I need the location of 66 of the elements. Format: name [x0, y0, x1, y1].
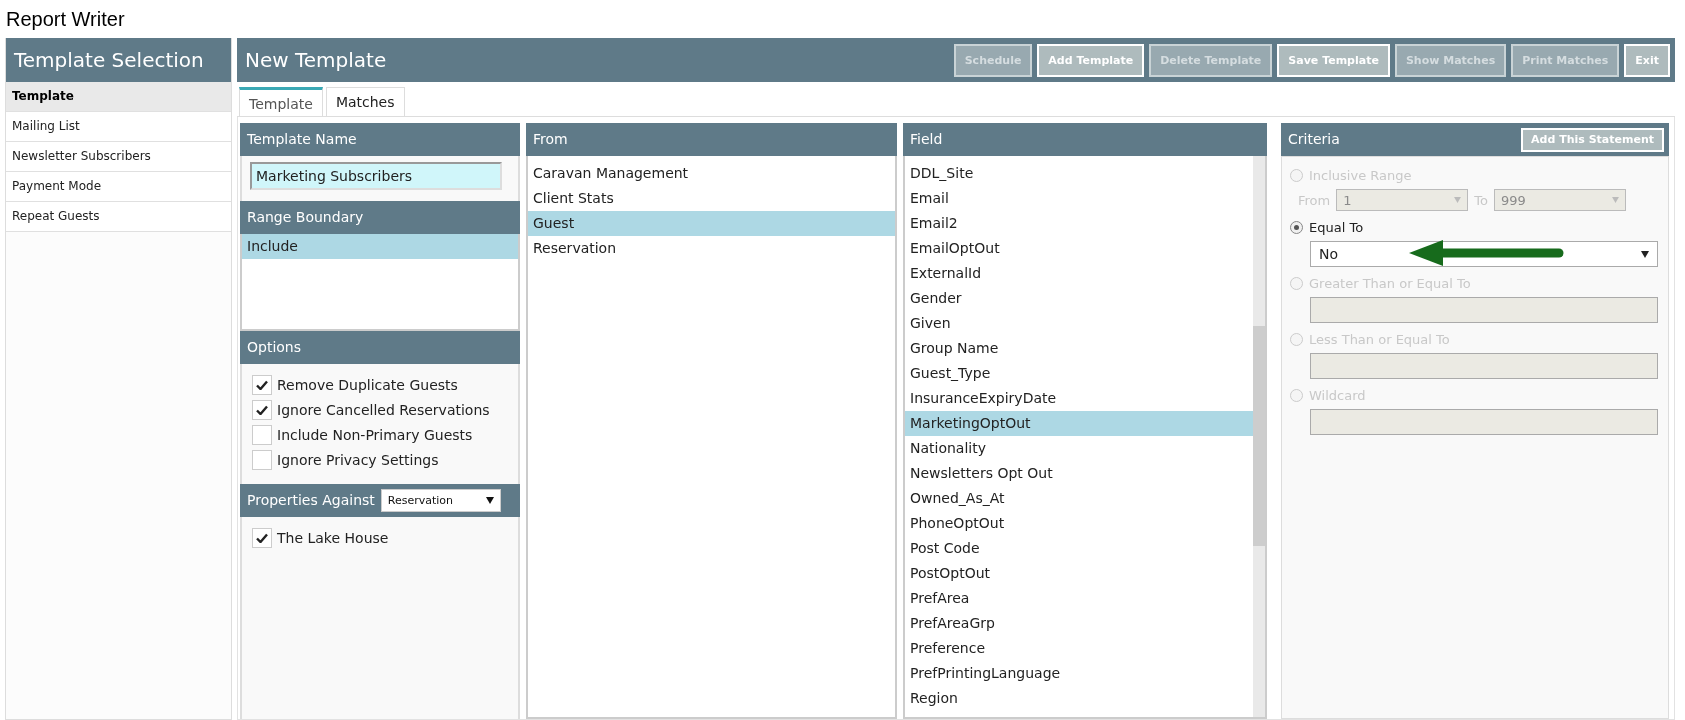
check-icon: [256, 532, 268, 543]
list-item[interactable]: PrefAreaGrp: [905, 611, 1253, 636]
list-item[interactable]: Caravan Management: [528, 161, 895, 186]
panel-header: Options: [240, 331, 520, 364]
panel-title: Properties Against: [247, 491, 375, 510]
checkbox[interactable]: [252, 527, 272, 548]
list-item[interactable]: PrefArea: [905, 586, 1253, 611]
caret-icon: [1641, 250, 1649, 258]
sidebar-title: Template Selection: [6, 38, 231, 82]
list-item[interactable]: Newsletters Opt Out: [905, 461, 1253, 486]
list-item[interactable]: Region: [905, 686, 1253, 711]
checkbox[interactable]: [252, 424, 272, 445]
page-title: New Template: [245, 48, 387, 72]
caret-icon: [1454, 197, 1462, 203]
checkbox[interactable]: [252, 449, 272, 470]
panel-header: From: [526, 123, 897, 156]
list-item[interactable]: Group Name: [905, 336, 1253, 361]
radio-label: Equal To: [1309, 219, 1364, 235]
criteria-input-field[interactable]: [1310, 409, 1658, 435]
list-item[interactable]: Preference: [905, 636, 1253, 661]
checkbox[interactable]: [252, 399, 272, 420]
panel-header: Range Boundary: [240, 201, 520, 234]
panel-header: Field: [903, 123, 1267, 156]
list-item[interactable]: Email2: [905, 211, 1253, 236]
list-item[interactable]: PostOptOut: [905, 561, 1253, 586]
list-item[interactable]: Include: [242, 234, 518, 259]
checkbox-label: Remove Duplicate Guests: [277, 376, 458, 393]
list-item[interactable]: Given: [905, 311, 1253, 336]
checkbox[interactable]: [252, 374, 272, 395]
check-icon: [256, 404, 268, 415]
list-item[interactable]: PrefPrintingLanguage: [905, 661, 1253, 686]
template-name-field[interactable]: Marketing Subscribers: [250, 162, 502, 190]
criteria-input-field[interactable]: [1310, 297, 1658, 323]
caret-icon: [1611, 197, 1619, 203]
checkbox-label: Ignore Privacy Settings: [277, 451, 439, 468]
list-item[interactable]: Gender: [905, 286, 1253, 311]
criteria-input-field[interactable]: [1310, 353, 1658, 379]
panel-title: Criteria: [1288, 130, 1340, 149]
radio-button[interactable]: [1290, 220, 1303, 234]
list-item[interactable]: Nationality: [905, 436, 1253, 461]
list-item[interactable]: EmailOptOut: [905, 236, 1253, 261]
checkbox-label: Include Non-Primary Guests: [277, 426, 473, 443]
sidebar-item[interactable]: Template: [6, 82, 231, 112]
tab[interactable]: Matches: [325, 87, 405, 116]
list-item[interactable]: PhoneOptOut: [905, 511, 1253, 536]
tab[interactable]: Template: [239, 87, 323, 116]
list-item[interactable]: Email: [905, 186, 1253, 211]
checkbox-label: Ignore Cancelled Reservations: [277, 401, 490, 418]
scrollbar[interactable]: [1253, 156, 1265, 717]
list-item[interactable]: Reservation: [528, 236, 895, 261]
check-icon: [256, 379, 268, 390]
list-item[interactable]: DDL_Site: [905, 161, 1253, 186]
list-item[interactable]: Guest: [528, 211, 895, 236]
equal-to-select[interactable]: No: [1310, 241, 1658, 267]
list-item[interactable]: Guest_Type: [905, 361, 1253, 386]
list-item[interactable]: Client Stats: [528, 186, 895, 211]
app-title: Report Writer: [5, 7, 126, 32]
list-item[interactable]: Post Code: [905, 536, 1253, 561]
list-item[interactable]: MarketingOptOut: [905, 411, 1253, 436]
panel-header: Template Name: [240, 123, 520, 156]
list-item[interactable]: InsuranceExpiryDate: [905, 386, 1253, 411]
checkbox-label: The Lake House: [277, 529, 389, 546]
list-item[interactable]: ExternalId: [905, 261, 1253, 286]
list-item[interactable]: Owned_As_At: [905, 486, 1253, 511]
caret-icon: [485, 497, 494, 504]
properties-select[interactable]: Reservation: [380, 489, 501, 512]
